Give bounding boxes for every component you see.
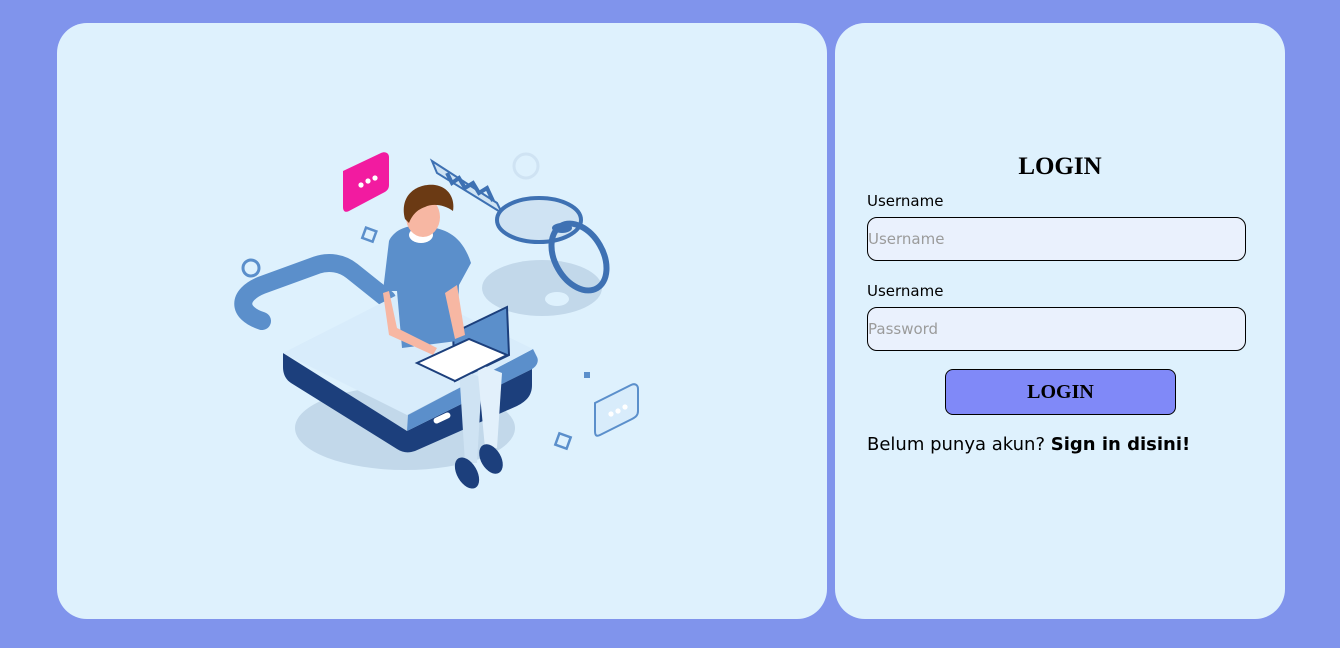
signup-prompt-text: Belum punya akun?: [867, 434, 1046, 455]
password-input[interactable]: [867, 307, 1246, 351]
password-label: Username: [867, 282, 944, 300]
key-shadow-hole: [545, 292, 569, 306]
chat-dot-3: [372, 175, 378, 181]
login-panel: LOGIN Username Username LOGIN Belum puny…: [835, 23, 1285, 619]
user-login-key-illustration: [234, 152, 639, 489]
decor-square-small: [584, 372, 590, 378]
login-title: LOGIN: [1018, 153, 1102, 180]
username-input[interactable]: [867, 217, 1246, 261]
chat-dot-5: [615, 408, 621, 414]
username-label: Username: [867, 192, 944, 210]
decor-circle-left: [241, 258, 261, 278]
chat-dot-6: [622, 404, 628, 410]
signup-link[interactable]: Sign in disini!: [1051, 434, 1190, 455]
chat-dot-1: [358, 182, 364, 188]
chat-dot-4: [608, 411, 614, 417]
illustration-panel: [57, 23, 827, 619]
decor-diamond-1: [360, 225, 378, 244]
login-button[interactable]: LOGIN: [945, 369, 1176, 415]
signup-prompt-line: Belum punya akun? Sign in disini!: [867, 434, 1190, 455]
key-bow: [495, 196, 583, 244]
decor-diamond-2: [553, 431, 573, 451]
decor-circle-top: [512, 152, 540, 180]
chat-dot-2: [365, 178, 371, 184]
